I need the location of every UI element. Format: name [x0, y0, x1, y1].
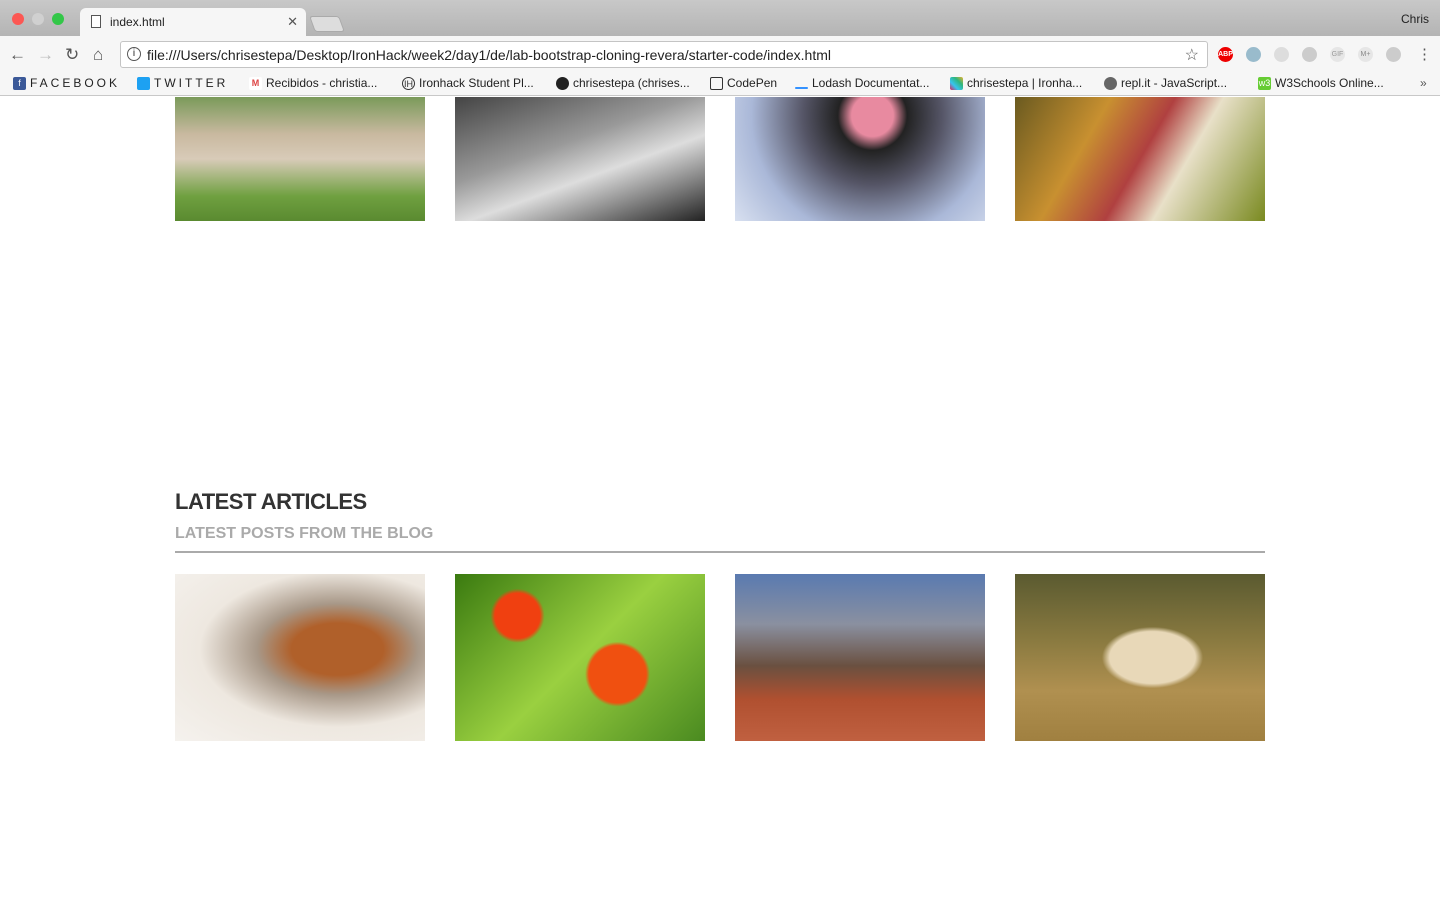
reload-icon[interactable]: ↻ — [65, 45, 79, 65]
bookmark-replit[interactable]: repl.it - JavaScript... — [1104, 76, 1227, 90]
extension-icon[interactable] — [1274, 47, 1289, 62]
articles-subtitle: LATEST POSTS FROM THE BLOG — [175, 525, 434, 542]
browser-toolbar: ← → ↻ ⌂ i file:///Users/chrisestepa/Desk… — [0, 36, 1440, 72]
bookmark-gmail[interactable]: M Recibidos - christia... — [249, 76, 377, 90]
slack-icon — [950, 76, 963, 90]
minimize-window-button[interactable] — [32, 13, 44, 25]
new-tab-button[interactable] — [309, 16, 345, 32]
twitter-icon — [137, 76, 150, 90]
tab-title: index.html — [110, 15, 165, 29]
article-image-kitten-puppy[interactable] — [175, 574, 425, 741]
gallery-image-pushup — [175, 97, 425, 221]
gmail-icon: M — [249, 76, 262, 90]
m-icon[interactable]: M+ — [1358, 47, 1373, 62]
maximize-window-button[interactable] — [52, 13, 64, 25]
more-bookmarks-icon[interactable]: » — [1420, 76, 1427, 90]
forward-icon[interactable]: → — [37, 45, 54, 65]
bookmark-ironhack[interactable]: IH Ironhack Student Pl... — [402, 76, 534, 90]
adblock-icon[interactable]: ABP — [1218, 47, 1233, 62]
download-icon[interactable] — [1246, 47, 1261, 62]
address-bar[interactable]: i file:///Users/chrisestepa/Desktop/Iron… — [120, 41, 1208, 68]
bookmark-codepen[interactable]: CodePen — [710, 76, 777, 90]
gif-icon[interactable]: GIF — [1330, 47, 1345, 62]
info-icon[interactable]: i — [127, 47, 141, 61]
bookmark-twitter[interactable]: TWITTER — [137, 76, 228, 90]
gallery-image-woman-garden — [1015, 97, 1265, 221]
bookmark-lodash[interactable]: Lodash Documentat... — [795, 76, 929, 90]
bookmark-slack[interactable]: chrisestepa | Ironha... — [950, 76, 1082, 90]
article-image-puppy[interactable] — [1015, 574, 1265, 741]
url-text: file:///Users/chrisestepa/Desktop/IronHa… — [147, 47, 831, 63]
codepen-icon — [710, 76, 723, 90]
menu-icon[interactable]: ⋮ — [1417, 45, 1432, 63]
window-titlebar: index.html ✕ Chris — [0, 0, 1440, 36]
bookmark-facebook[interactable]: f FACEBOOK — [13, 76, 120, 90]
facebook-icon: f — [13, 76, 26, 90]
home-icon[interactable]: ⌂ — [93, 45, 103, 65]
bookmark-w3schools[interactable]: w3 W3Schools Online... — [1258, 76, 1384, 90]
profile-name[interactable]: Chris — [1401, 12, 1429, 26]
lodash-icon — [795, 87, 808, 89]
article-image-poppies[interactable] — [455, 574, 705, 741]
w3schools-icon: w3 — [1258, 76, 1271, 90]
dropbox-icon[interactable] — [1302, 47, 1317, 62]
document-icon — [91, 15, 101, 28]
tab-index[interactable]: index.html ✕ — [80, 8, 306, 36]
gallery-image-kitten-piano — [455, 97, 705, 221]
article-image-hikers[interactable] — [735, 574, 985, 741]
ironhack-icon: IH — [402, 76, 415, 90]
bookmark-star-icon[interactable]: ☆ — [1185, 45, 1199, 65]
github-icon — [556, 76, 569, 90]
back-icon[interactable]: ← — [9, 45, 26, 65]
replit-icon — [1104, 76, 1117, 90]
drive-icon[interactable] — [1386, 47, 1401, 62]
bookmark-github[interactable]: chrisestepa (chrises... — [556, 76, 690, 90]
bookmarks-bar: f FACEBOOK TWITTER M Recibidos - christia.… — [0, 72, 1440, 96]
close-window-button[interactable] — [12, 13, 24, 25]
gallery-image-rose-stones — [735, 97, 985, 221]
articles-title: LATEST ARTICLES — [175, 489, 367, 514]
section-divider — [175, 551, 1265, 553]
close-tab-icon[interactable]: ✕ — [287, 14, 298, 30]
